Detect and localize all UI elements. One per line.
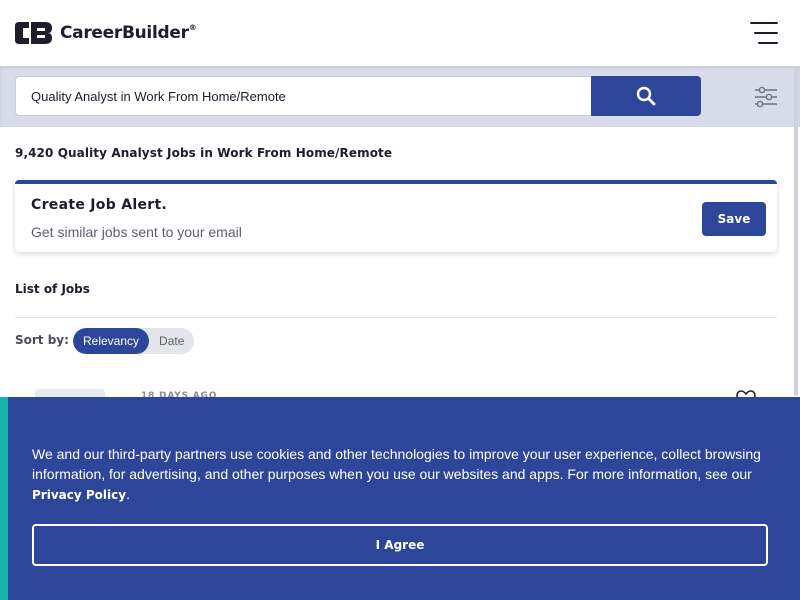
cookie-message: We and our third-party partners use cook… <box>32 444 772 505</box>
privacy-policy-link[interactable]: Privacy Policy <box>32 488 126 502</box>
job-alert-subtitle: Get similar jobs sent to your email <box>31 224 242 240</box>
sort-option-date[interactable]: Date <box>149 328 194 354</box>
hamburger-menu-icon[interactable] <box>750 22 778 44</box>
careerbuilder-logo-icon <box>15 22 52 44</box>
job-alert-title: Create Job Alert. <box>31 197 168 213</box>
search-input[interactable] <box>15 76 592 116</box>
filter-sliders-icon[interactable] <box>754 86 778 108</box>
brand-logo[interactable]: CareerBuilder® <box>15 22 197 44</box>
brand-name: CareerBuilder <box>60 23 189 43</box>
job-list-title: List of Jobs <box>15 282 90 296</box>
sort-option-relevancy[interactable]: Relevancy <box>73 328 150 354</box>
save-alert-button[interactable]: Save <box>702 202 766 236</box>
agree-button[interactable]: I Agree <box>32 524 768 566</box>
results-count: 9,420 Quality Analyst Jobs in Work From … <box>15 146 393 160</box>
search-bar <box>0 66 800 127</box>
sort-toggle: Relevancy Date <box>73 328 195 354</box>
divider <box>15 317 777 318</box>
page-scrollbar[interactable] <box>794 66 798 396</box>
banner-accent-bar <box>0 397 8 600</box>
cookie-message-text: We and our third-party partners use cook… <box>32 446 761 482</box>
search-icon <box>636 86 656 106</box>
cookie-consent-banner: We and our third-party partners use cook… <box>0 397 800 600</box>
job-alert-card: Create Job Alert. Get similar jobs sent … <box>15 180 777 252</box>
cookie-period: . <box>126 486 130 502</box>
sort-label: Sort by: <box>15 333 69 347</box>
search-button[interactable] <box>591 76 701 116</box>
registered-mark: ® <box>188 23 197 32</box>
site-header: CareerBuilder® <box>0 0 800 66</box>
